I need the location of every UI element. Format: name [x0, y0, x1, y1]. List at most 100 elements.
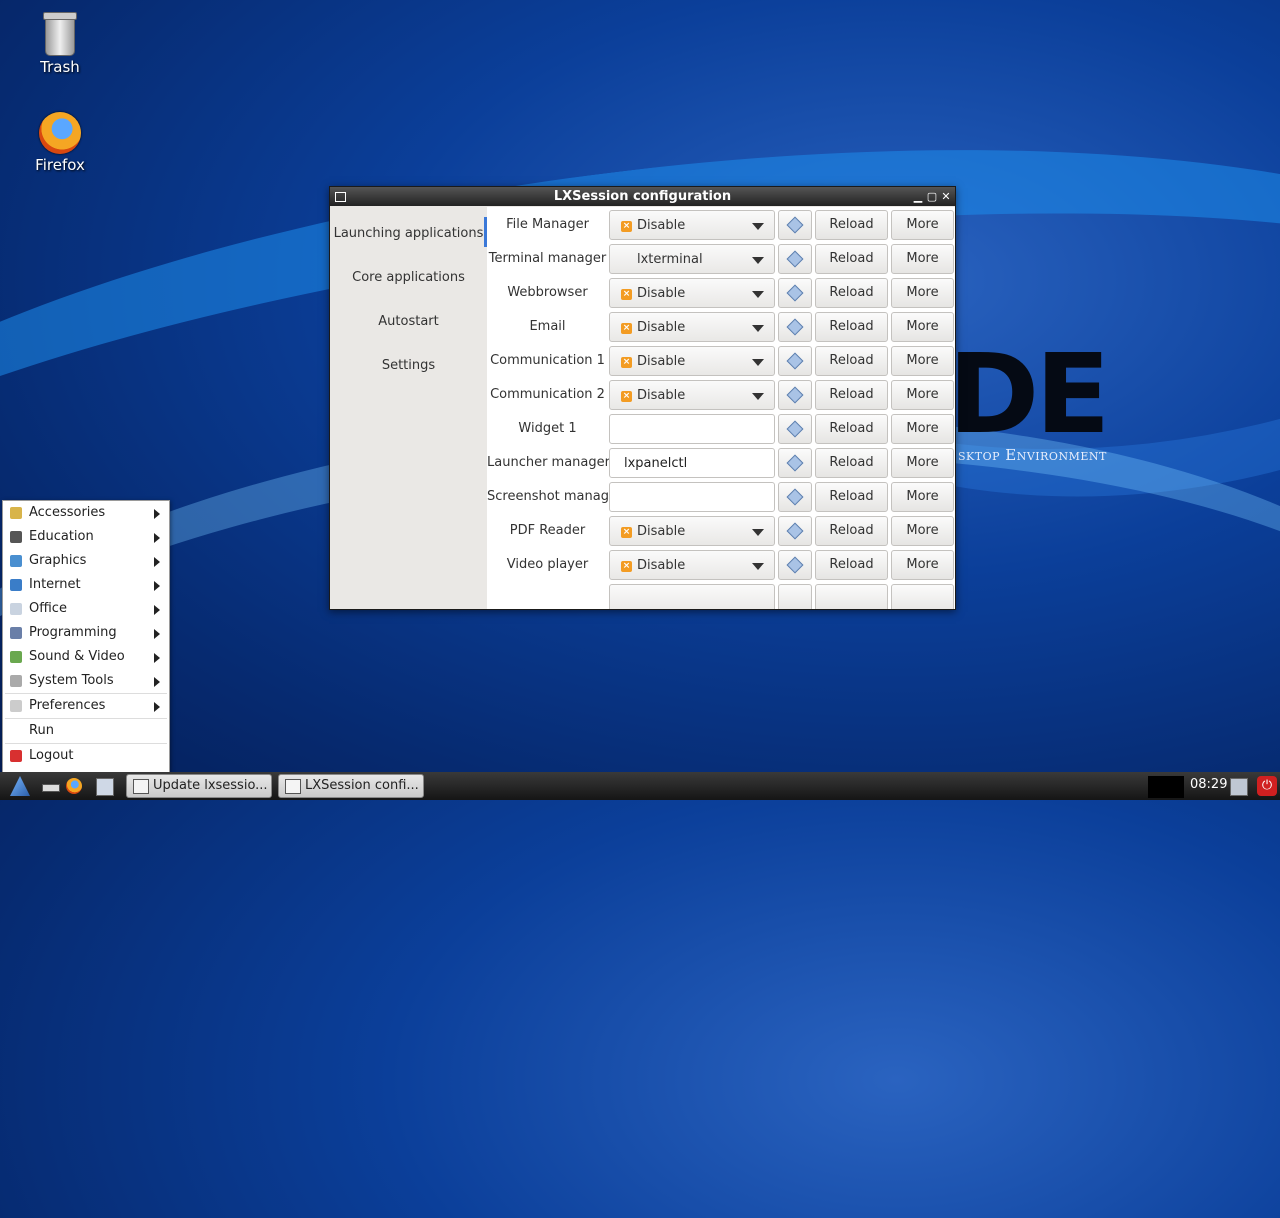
close-button[interactable]: ✕	[939, 187, 953, 206]
chevron-right-icon	[154, 702, 160, 712]
more-button[interactable]: More	[891, 278, 954, 308]
menu-item-education[interactable]: Education	[3, 525, 169, 549]
chevron-right-icon	[154, 533, 160, 543]
more-button[interactable]: More	[891, 482, 954, 512]
app-command-value: lxpanelctl	[624, 456, 688, 471]
apply-icon	[786, 250, 804, 268]
apply-button[interactable]	[778, 448, 812, 478]
window-titlebar[interactable]: LXSession configuration ▁ ▢ ✕	[330, 187, 955, 206]
maximize-button[interactable]: ▢	[925, 187, 939, 206]
apply-button[interactable]	[778, 244, 812, 274]
menu-item-internet[interactable]: Internet	[3, 573, 169, 597]
app-command-field[interactable]: lxpanelctl	[609, 448, 775, 478]
clock[interactable]: 08:29	[1190, 777, 1227, 792]
reload-button[interactable]: Reload	[815, 550, 888, 580]
menu-item-office[interactable]: Office	[3, 597, 169, 621]
partial-row-control[interactable]	[815, 584, 888, 609]
app-select[interactable]: × Disable	[609, 210, 775, 240]
reload-button[interactable]: Reload	[815, 278, 888, 308]
accessories-icon	[10, 507, 22, 519]
more-button[interactable]: More	[891, 244, 954, 274]
reload-button[interactable]: Reload	[815, 312, 888, 342]
app-select[interactable]: × Disable	[609, 346, 775, 376]
more-button[interactable]: More	[891, 550, 954, 580]
menu-item-sound-video[interactable]: Sound & Video	[3, 645, 169, 669]
apply-button[interactable]	[778, 312, 812, 342]
more-button[interactable]: More	[891, 312, 954, 342]
app-select[interactable]: lxterminal	[609, 244, 775, 274]
task-update-lxsession[interactable]: Update lxsessio...	[126, 774, 272, 798]
reload-button[interactable]: Reload	[815, 448, 888, 478]
more-button[interactable]: More	[891, 414, 954, 444]
app-row-label: PDF Reader	[509, 523, 586, 538]
app-select[interactable]: × Disable	[609, 380, 775, 410]
reload-button[interactable]: Reload	[815, 482, 888, 512]
sidebar-item-settings[interactable]: Settings	[330, 339, 487, 383]
app-row-label: Email	[529, 319, 566, 334]
more-button[interactable]: More	[891, 210, 954, 240]
menu-item-logout[interactable]: Logout	[3, 744, 169, 768]
sidebar-item-autostart[interactable]: Autostart	[330, 295, 487, 339]
chevron-down-icon	[752, 257, 764, 264]
app-select[interactable]: × Disable	[609, 312, 775, 342]
apply-button[interactable]	[778, 210, 812, 240]
partial-row-control[interactable]	[609, 584, 775, 609]
apply-button[interactable]	[778, 346, 812, 376]
app-select[interactable]: × Disable	[609, 516, 775, 546]
menu-item-programming[interactable]: Programming	[3, 621, 169, 645]
apply-button[interactable]	[778, 516, 812, 546]
reload-button[interactable]: Reload	[815, 380, 888, 410]
app-select[interactable]: × Disable	[609, 550, 775, 580]
chevron-right-icon	[154, 605, 160, 615]
app-select-value: Disable	[637, 558, 686, 573]
partial-row-control[interactable]	[891, 584, 954, 609]
reload-button[interactable]: Reload	[815, 244, 888, 274]
menu-item-preferences[interactable]: Preferences	[3, 694, 169, 718]
menu-item-accessories[interactable]: Accessories	[3, 501, 169, 525]
app-row: Video player × Disable Reload More	[487, 548, 955, 582]
desktop-icon-firefox[interactable]: Firefox	[15, 112, 105, 174]
start-menu: Accessories Education Graphics Internet Offi…	[2, 500, 170, 774]
flask-icon	[10, 531, 22, 543]
app-select-value: Disable	[637, 286, 686, 301]
reload-button[interactable]: Reload	[815, 414, 888, 444]
minimize-button[interactable]: ▁	[911, 187, 925, 206]
window-title: LXSession configuration	[553, 189, 732, 204]
apply-button[interactable]	[778, 550, 812, 580]
more-button[interactable]: More	[891, 448, 954, 478]
apply-button[interactable]	[778, 414, 812, 444]
network-icon[interactable]	[1230, 778, 1248, 796]
app-command-field[interactable]	[609, 482, 775, 512]
app-command-field[interactable]	[609, 414, 775, 444]
menu-item-graphics[interactable]: Graphics	[3, 549, 169, 573]
menu-item-label: Programming	[29, 625, 117, 640]
task-lxsession-config[interactable]: LXSession confi...	[278, 774, 424, 798]
apply-button[interactable]	[778, 482, 812, 512]
sidebar-item-label: Launching applications	[333, 226, 484, 241]
window-menu-icon[interactable]	[335, 192, 346, 202]
app-row-label: Webbrowser	[507, 285, 588, 300]
partial-row-control[interactable]	[778, 584, 812, 609]
menu-item-system-tools[interactable]: System Tools	[3, 669, 169, 693]
reload-button[interactable]: Reload	[815, 346, 888, 376]
power-icon[interactable]: ⏻	[1257, 776, 1277, 796]
more-button[interactable]: More	[891, 516, 954, 546]
menu-item-run[interactable]: Run	[3, 719, 169, 743]
more-button[interactable]: More	[891, 346, 954, 376]
apply-icon	[786, 522, 804, 540]
firefox-launcher-icon[interactable]	[66, 778, 82, 794]
sidebar-item-launching-applications[interactable]: Launching applications	[330, 207, 487, 251]
apply-button[interactable]	[778, 278, 812, 308]
sidebar-item-label: Settings	[381, 358, 436, 373]
minimize-all-icon[interactable]	[42, 784, 60, 792]
app-select[interactable]: × Disable	[609, 278, 775, 308]
more-button[interactable]: More	[891, 380, 954, 410]
menu-launcher-icon[interactable]	[10, 776, 30, 796]
workspace-switcher-icon[interactable]	[96, 778, 114, 796]
apply-button[interactable]	[778, 380, 812, 410]
desktop-icon-trash[interactable]: Trash	[15, 12, 105, 76]
reload-button[interactable]: Reload	[815, 516, 888, 546]
music-icon	[10, 651, 22, 663]
reload-button[interactable]: Reload	[815, 210, 888, 240]
sidebar-item-core-applications[interactable]: Core applications	[330, 251, 487, 295]
